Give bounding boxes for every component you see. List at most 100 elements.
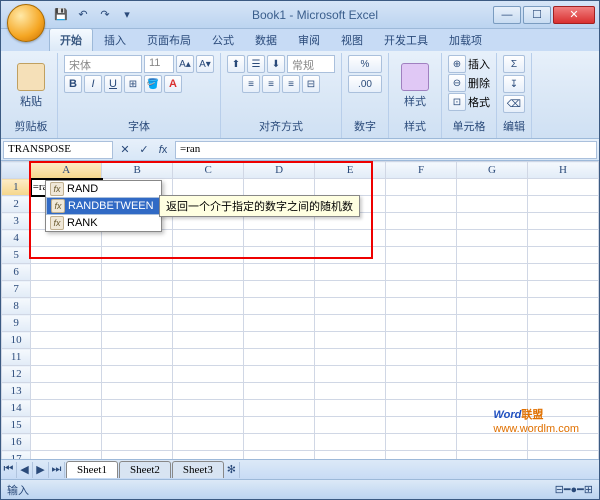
decimal-button[interactable]: .00 (348, 75, 382, 93)
tab-insert[interactable]: 插入 (94, 29, 136, 51)
merge-button[interactable]: ⊟ (302, 75, 320, 93)
qat-dropdown-icon[interactable]: ▾ (117, 5, 137, 25)
col-header[interactable]: G (457, 162, 528, 179)
styles-label: 样式 (404, 93, 426, 109)
save-icon[interactable]: 💾 (51, 5, 71, 25)
row-header[interactable]: 1 (2, 179, 31, 196)
col-header[interactable]: F (386, 162, 457, 179)
enter-formula-icon[interactable]: ✓ (135, 141, 153, 159)
sheet-nav-last-icon[interactable]: ⏭ (49, 462, 65, 478)
paste-icon (17, 63, 45, 91)
function-icon: fx (50, 182, 64, 196)
sheet-nav-first-icon[interactable]: ⏮ (1, 462, 17, 478)
italic-button[interactable]: I (84, 75, 102, 93)
sheet-tab[interactable]: Sheet1 (66, 461, 118, 478)
row-header[interactable]: 4 (2, 230, 31, 247)
tab-formulas[interactable]: 公式 (202, 29, 244, 51)
row-header[interactable]: 3 (2, 213, 31, 230)
clear-icon[interactable]: ⌫ (503, 95, 525, 113)
row-header[interactable]: 7 (2, 281, 31, 298)
autocomplete-item[interactable]: fxRAND (46, 181, 161, 197)
row-header[interactable]: 12 (2, 366, 31, 383)
tab-view[interactable]: 视图 (331, 29, 373, 51)
autocomplete-item[interactable]: fxRANK (46, 215, 161, 231)
group-styles: 样式 (395, 116, 435, 136)
font-color-button[interactable]: A (164, 75, 182, 93)
name-box[interactable]: TRANSPOSE (3, 141, 113, 159)
row-header[interactable]: 9 (2, 315, 31, 332)
row-header[interactable]: 14 (2, 400, 31, 417)
underline-button[interactable]: U (104, 75, 122, 93)
tab-developer[interactable]: 开发工具 (374, 29, 438, 51)
zoom-controls[interactable]: ⊟━●━⊞ (555, 483, 593, 496)
sheet-tab[interactable]: Sheet3 (172, 461, 224, 478)
tab-layout[interactable]: 页面布局 (137, 29, 201, 51)
align-middle-icon[interactable]: ☰ (247, 55, 265, 73)
styles-button[interactable]: 样式 (395, 56, 435, 116)
col-header[interactable]: A (31, 162, 102, 179)
border-button[interactable]: ⊞ (124, 75, 142, 93)
maximize-button[interactable]: ☐ (523, 6, 551, 24)
row-header[interactable]: 10 (2, 332, 31, 349)
font-name-select[interactable]: 宋体 (64, 55, 142, 73)
col-header[interactable]: B (102, 162, 173, 179)
autocomplete-item-selected[interactable]: fxRANDBETWEEN (46, 197, 161, 215)
row-header[interactable]: 8 (2, 298, 31, 315)
col-header[interactable]: C (173, 162, 244, 179)
close-button[interactable]: ✕ (553, 6, 595, 24)
ribbon-tabs: 开始 插入 页面布局 公式 数据 审阅 视图 开发工具 加载项 (49, 29, 599, 51)
grow-font-icon[interactable]: A▴ (176, 55, 194, 73)
align-right-icon[interactable]: ≡ (282, 75, 300, 93)
col-header[interactable]: H (528, 162, 599, 179)
font-size-select[interactable]: 11 (144, 55, 174, 73)
col-header[interactable]: D (244, 162, 315, 179)
delete-cells-button[interactable]: ⊖删除 (448, 74, 490, 92)
align-center-icon[interactable]: ≡ (262, 75, 280, 93)
shrink-font-icon[interactable]: A▾ (196, 55, 214, 73)
group-number: 数字 (348, 116, 382, 136)
align-bottom-icon[interactable]: ⬇ (267, 55, 285, 73)
row-header[interactable]: 16 (2, 434, 31, 451)
office-button[interactable] (7, 4, 45, 42)
insert-cells-button[interactable]: ⊕插入 (448, 55, 490, 73)
status-mode: 输入 (7, 482, 29, 498)
row-header[interactable]: 15 (2, 417, 31, 434)
styles-icon (401, 63, 429, 91)
wrap-select[interactable]: 常规 (287, 55, 335, 73)
format-cells-button[interactable]: ⊡格式 (448, 93, 490, 111)
row-header[interactable]: 5 (2, 247, 31, 264)
fx-icon[interactable]: fx (154, 141, 172, 159)
row-header[interactable]: 6 (2, 264, 31, 281)
percent-button[interactable]: % (348, 55, 382, 73)
undo-icon[interactable]: ↶ (73, 5, 93, 25)
row-header[interactable]: 17 (2, 451, 31, 460)
autosum-icon[interactable]: Σ (503, 55, 525, 73)
tab-review[interactable]: 审阅 (288, 29, 330, 51)
sheet-nav-next-icon[interactable]: ▶ (33, 462, 49, 478)
redo-icon[interactable]: ↷ (95, 5, 115, 25)
paste-button[interactable]: 粘贴 (11, 56, 51, 116)
tab-home[interactable]: 开始 (49, 28, 93, 51)
row-header[interactable]: 11 (2, 349, 31, 366)
bold-button[interactable]: B (64, 75, 82, 93)
tab-data[interactable]: 数据 (245, 29, 287, 51)
sheet-nav-prev-icon[interactable]: ◀ (17, 462, 33, 478)
select-all-corner[interactable] (2, 162, 31, 179)
formula-autocomplete[interactable]: fxRAND fxRANDBETWEEN fxRANK (45, 180, 162, 232)
formula-bar[interactable]: =ran (175, 141, 597, 159)
cancel-formula-icon[interactable]: ✕ (116, 141, 134, 159)
row-header[interactable]: 2 (2, 196, 31, 213)
fill-icon[interactable]: ↧ (503, 75, 525, 93)
group-cells: 单元格 (448, 116, 490, 136)
row-header[interactable]: 13 (2, 383, 31, 400)
minimize-button[interactable]: — (493, 6, 521, 24)
group-clipboard: 剪贴板 (11, 116, 51, 136)
sheet-tab[interactable]: Sheet2 (119, 461, 171, 478)
tab-addins[interactable]: 加载项 (439, 29, 492, 51)
delete-icon: ⊖ (448, 74, 466, 92)
fill-color-button[interactable]: 🪣 (144, 75, 162, 93)
col-header[interactable]: E (315, 162, 386, 179)
align-top-icon[interactable]: ⬆ (227, 55, 245, 73)
align-left-icon[interactable]: ≡ (242, 75, 260, 93)
new-sheet-icon[interactable]: ✻ (224, 462, 240, 478)
